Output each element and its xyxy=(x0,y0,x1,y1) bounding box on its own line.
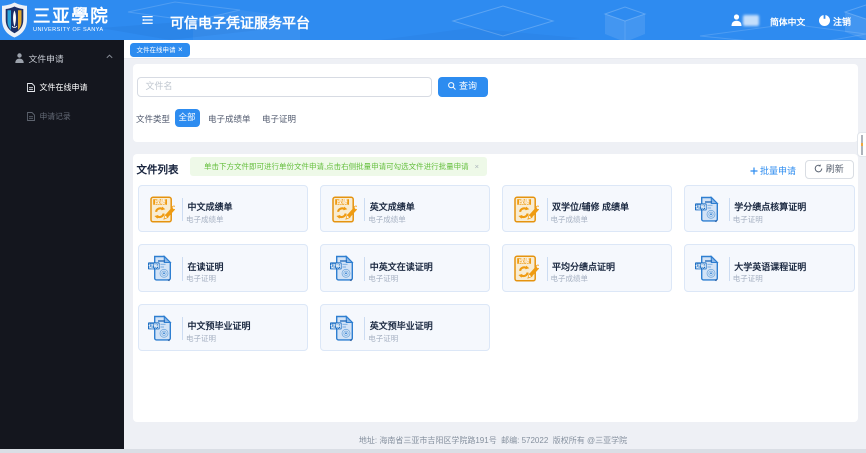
svg-text:证明: 证明 xyxy=(331,322,342,330)
svg-text:成绩: 成绩 xyxy=(519,197,530,205)
svg-text:证明: 证明 xyxy=(695,262,706,270)
svg-text:成绩: 成绩 xyxy=(519,257,530,265)
svg-text:成绩: 成绩 xyxy=(154,197,165,205)
svg-text:成绩: 成绩 xyxy=(336,197,347,205)
svg-text:证明: 证明 xyxy=(331,262,342,270)
svg-text:证明: 证明 xyxy=(148,322,159,330)
svg-text:证明: 证明 xyxy=(695,202,706,210)
svg-text:证明: 证明 xyxy=(148,262,159,270)
